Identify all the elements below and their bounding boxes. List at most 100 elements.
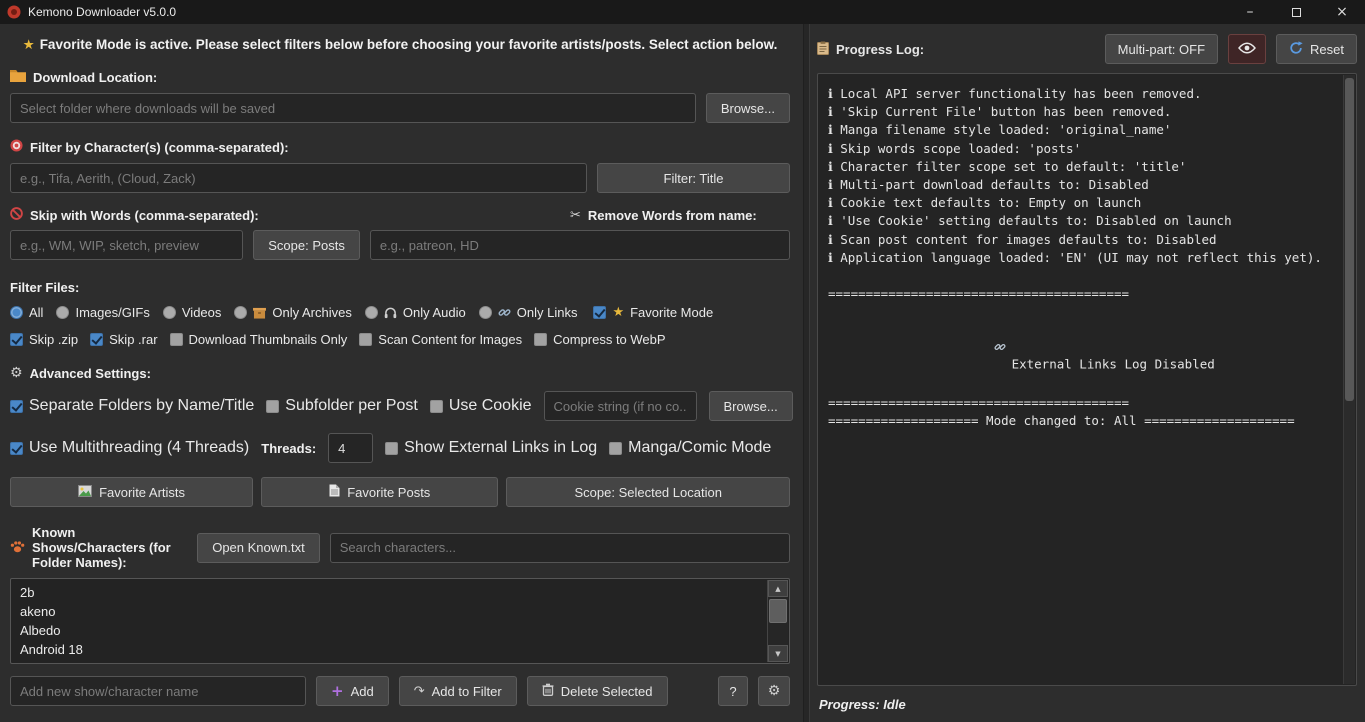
checkbox-box bbox=[10, 333, 23, 346]
radio-images-gifs[interactable]: Images/GIFs bbox=[56, 305, 149, 320]
list-item[interactable]: Android 21 bbox=[20, 659, 761, 664]
settings-panel: ★ Favorite Mode is active. Please select … bbox=[0, 24, 803, 722]
scope-selected-location-button[interactable]: Scope: Selected Location bbox=[506, 477, 790, 507]
radio-videos[interactable]: Videos bbox=[163, 305, 222, 320]
settings-button[interactable]: ⚙ bbox=[758, 676, 790, 706]
log-line: ℹ 'Use Cookie' setting defaults to: Disa… bbox=[828, 212, 1332, 230]
list-scrollbar[interactable]: ▲ ▼ bbox=[767, 580, 788, 662]
log-scrollbar[interactable] bbox=[1343, 75, 1355, 684]
checkbox-multithreading[interactable]: Use Multithreading (4 Threads) bbox=[10, 439, 249, 457]
minimize-icon: – bbox=[1247, 4, 1254, 20]
checkbox-box bbox=[10, 442, 23, 455]
filter-scope-button[interactable]: Filter: Title bbox=[597, 163, 790, 193]
curve-arrow-icon: ↷ bbox=[414, 684, 425, 699]
checkbox-use-cookie[interactable]: Use Cookie bbox=[430, 397, 532, 415]
target-icon bbox=[10, 139, 23, 155]
checkbox-favorite-mode[interactable]: ★ Favorite Mode bbox=[593, 305, 713, 320]
add-to-filter-button[interactable]: ↷ Add to Filter bbox=[399, 676, 517, 706]
radio-dot bbox=[56, 306, 69, 319]
character-filter-input[interactable] bbox=[10, 163, 587, 193]
progress-log-output[interactable]: ℹ Local API server functionality has bee… bbox=[817, 73, 1357, 686]
radio-dot bbox=[163, 306, 176, 319]
remove-words-label: ✂ Remove Words from name: bbox=[570, 208, 757, 223]
log-line: ℹ Local API server functionality has bee… bbox=[828, 85, 1332, 103]
skip-scope-button[interactable]: Scope: Posts bbox=[253, 230, 360, 260]
checkbox-show-external-links[interactable]: Show External Links in Log bbox=[385, 439, 597, 457]
scrollbar-track[interactable] bbox=[768, 597, 788, 645]
help-button[interactable]: ? bbox=[718, 676, 748, 706]
checkbox-scan-content[interactable]: Scan Content for Images bbox=[359, 332, 522, 347]
multipart-toggle-button[interactable]: Multi-part: OFF bbox=[1105, 34, 1218, 64]
window-title: Kemono Downloader v5.0.0 bbox=[28, 5, 176, 19]
cookie-string-input[interactable] bbox=[544, 391, 697, 421]
banner-text: Favorite Mode is active. Please select f… bbox=[40, 37, 778, 52]
list-item[interactable]: Android 18 bbox=[20, 640, 761, 659]
add-character-input[interactable] bbox=[10, 676, 306, 706]
known-characters-list[interactable]: 2b akeno Albedo Android 18 Android 21 ▲ … bbox=[10, 578, 790, 664]
radio-all[interactable]: All bbox=[10, 305, 43, 320]
list-item[interactable]: 2b bbox=[20, 583, 761, 602]
radio-only-audio[interactable]: Only Audio bbox=[365, 305, 466, 320]
log-line: ℹ Manga filename style loaded: 'original… bbox=[828, 121, 1332, 139]
delete-selected-button[interactable]: Delete Selected bbox=[527, 676, 668, 706]
checkbox-box bbox=[359, 333, 372, 346]
reset-button[interactable]: Reset bbox=[1276, 34, 1357, 64]
browse-cookie-button[interactable]: Browse... bbox=[709, 391, 793, 421]
minimize-button[interactable]: – bbox=[1227, 0, 1273, 24]
maximize-icon bbox=[1292, 8, 1301, 17]
favorite-artists-button[interactable]: Favorite Artists bbox=[10, 477, 253, 507]
gear-icon: ⚙ bbox=[768, 683, 781, 699]
open-known-txt-button[interactable]: Open Known.txt bbox=[197, 533, 320, 563]
app-window: Kemono Downloader v5.0.0 – × ★ Favorite M… bbox=[0, 0, 1365, 722]
close-button[interactable]: × bbox=[1319, 0, 1365, 24]
log-visibility-button[interactable] bbox=[1228, 34, 1266, 64]
list-item[interactable]: akeno bbox=[20, 602, 761, 621]
radio-only-links[interactable]: Only Links bbox=[479, 305, 578, 320]
headphones-icon bbox=[384, 306, 397, 319]
checkbox-skip-rar[interactable]: Skip .rar bbox=[90, 332, 157, 347]
checkbox-box bbox=[10, 400, 23, 413]
file-options-row: Skip .zip Skip .rar Download Thumbnails … bbox=[10, 332, 790, 347]
folder-icon bbox=[10, 69, 26, 85]
radio-dot bbox=[10, 306, 23, 319]
checkbox-box bbox=[534, 333, 547, 346]
panel-splitter[interactable] bbox=[803, 24, 810, 722]
remove-words-input[interactable] bbox=[370, 230, 790, 260]
up-arrow-icon: ▲ bbox=[775, 585, 780, 593]
clipboard-icon bbox=[817, 41, 829, 58]
favorite-posts-button[interactable]: Favorite Posts bbox=[261, 477, 498, 507]
browse-download-button[interactable]: Browse... bbox=[706, 93, 790, 123]
advanced-settings-label: ⚙ Advanced Settings: bbox=[10, 365, 790, 381]
threads-label: Threads: bbox=[261, 441, 316, 456]
skip-words-input[interactable] bbox=[10, 230, 243, 260]
log-scrollbar-thumb[interactable] bbox=[1345, 78, 1354, 401]
progress-log-label: Progress Log: bbox=[817, 41, 924, 58]
checkbox-compress-webp[interactable]: Compress to WebP bbox=[534, 332, 665, 347]
checkbox-box bbox=[266, 400, 279, 413]
scroll-down-button[interactable]: ▼ bbox=[768, 645, 788, 662]
star-icon: ★ bbox=[23, 37, 35, 53]
checkbox-separate-folders[interactable]: Separate Folders by Name/Title bbox=[10, 397, 254, 415]
progress-panel: Progress Log: Multi-part: OFF Reset bbox=[810, 24, 1365, 722]
maximize-button[interactable] bbox=[1273, 0, 1319, 24]
log-line: ℹ Skip words scope loaded: 'posts' bbox=[828, 140, 1332, 158]
log-line: External Links Log Disabled bbox=[828, 303, 1332, 394]
checkbox-box bbox=[593, 306, 606, 319]
checkbox-subfolder-per-post[interactable]: Subfolder per Post bbox=[266, 397, 418, 415]
radio-dot bbox=[234, 306, 247, 319]
radio-only-archives[interactable]: Only Archives bbox=[234, 305, 351, 320]
download-location-input[interactable] bbox=[10, 93, 696, 123]
threads-input[interactable] bbox=[328, 433, 373, 463]
checkbox-manga-mode[interactable]: Manga/Comic Mode bbox=[609, 439, 771, 457]
add-character-button[interactable]: + Add bbox=[316, 676, 389, 706]
scroll-up-button[interactable]: ▲ bbox=[768, 580, 788, 597]
checkbox-skip-zip[interactable]: Skip .zip bbox=[10, 332, 78, 347]
checkbox-box bbox=[385, 442, 398, 455]
picture-icon bbox=[78, 485, 92, 500]
main-content: ★ Favorite Mode is active. Please select … bbox=[0, 24, 1365, 722]
log-line: ℹ Application language loaded: 'EN' (UI … bbox=[828, 249, 1332, 267]
character-search-input[interactable] bbox=[330, 533, 790, 563]
scrollbar-thumb[interactable] bbox=[769, 599, 787, 623]
list-item[interactable]: Albedo bbox=[20, 621, 761, 640]
checkbox-download-thumbnails[interactable]: Download Thumbnails Only bbox=[170, 332, 348, 347]
